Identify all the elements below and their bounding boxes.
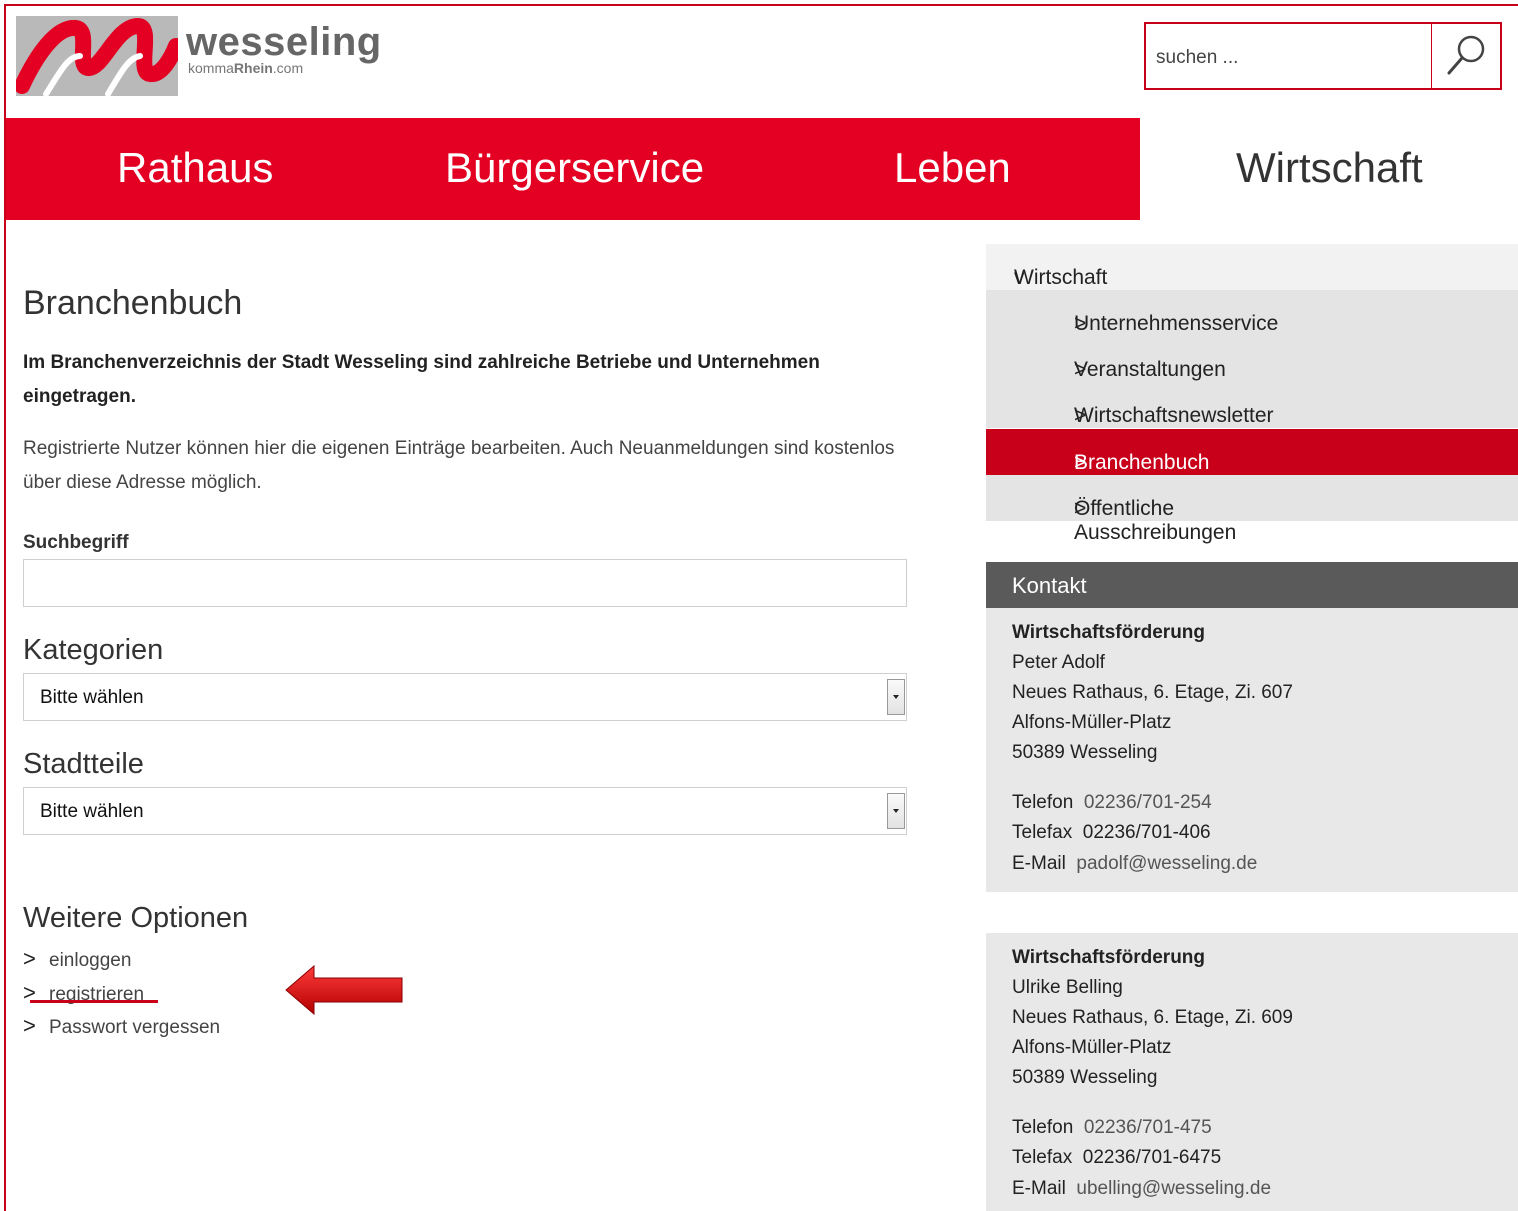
- categories-select[interactable]: Bitte wählen: [23, 673, 907, 721]
- option-forgot-password-label[interactable]: Passwort vergessen: [49, 1017, 220, 1038]
- contact-heading: Kontakt: [986, 562, 1518, 608]
- search-icon: [1447, 35, 1485, 75]
- chevron-down-icon[interactable]: [887, 793, 905, 829]
- nav-item-leben[interactable]: Leben: [894, 144, 1011, 192]
- sidebar-item-unternehmensservice[interactable]: > Unternehmensservice: [986, 290, 1518, 336]
- sidebar-item-label: Öffentliche Ausschreibungen: [1074, 497, 1237, 544]
- contact-city: 50389 Wesseling: [1012, 1067, 1158, 1088]
- contact-address: Neues Rathaus, 6. Etage, Zi. 607: [1012, 682, 1293, 703]
- contact-card: Wirtschaftsförderung Ulrike Belling Neue…: [986, 933, 1518, 1211]
- phone-label: Telefon: [1012, 1117, 1074, 1138]
- annotation-underline: [30, 1000, 158, 1003]
- sidebar-item-veranstaltungen[interactable]: > Veranstaltungen: [986, 336, 1518, 382]
- option-login[interactable]: > einloggen: [23, 946, 131, 972]
- option-login-label[interactable]: einloggen: [49, 950, 131, 971]
- categories-select-value: Bitte wählen: [40, 687, 144, 708]
- nav-item-wirtschaft[interactable]: Wirtschaft: [1140, 118, 1518, 220]
- contact-street: Alfons-Müller-Platz: [1012, 712, 1172, 733]
- sidebar-item-ausschreibungen[interactable]: > Öffentliche Ausschreibungen: [986, 475, 1518, 544]
- email-label: E-Mail: [1012, 1178, 1066, 1199]
- contact-address: Neues Rathaus, 6. Etage, Zi. 609: [1012, 1007, 1293, 1028]
- contact-dept: Wirtschaftsförderung: [1012, 947, 1206, 968]
- sidebar-section-label: Wirtschaft: [1014, 266, 1108, 289]
- sidebar-item-label: Unternehmensservice: [1074, 312, 1279, 335]
- contact-dept: Wirtschaftsförderung: [1012, 622, 1206, 643]
- contact-phone-row: Telefon 02236/701-254: [1012, 792, 1212, 814]
- info-paragraph: Registrierte Nutzer können hier die eige…: [23, 438, 895, 493]
- contact-heading-label: Kontakt: [1012, 573, 1087, 598]
- logo-wordmark: wesseling: [186, 20, 382, 64]
- districts-select[interactable]: Bitte wählen: [23, 787, 907, 835]
- email-label: E-Mail: [1012, 853, 1066, 874]
- fax-label: Telefax: [1012, 1147, 1073, 1168]
- email-link[interactable]: padolf@wesseling.de: [1076, 853, 1257, 874]
- chevron-right-icon: >: [23, 946, 36, 971]
- search-term-label: Suchbegriff: [23, 532, 129, 553]
- contact-phone-row: Telefon 02236/701-475: [1012, 1117, 1212, 1139]
- search-input[interactable]: [1154, 42, 1428, 74]
- intro-text: Im Branchenverzeichnis der Stadt Wesseli…: [23, 352, 820, 407]
- sidebar-section-wirtschaft[interactable]: v Wirtschaft: [986, 244, 1518, 290]
- page-title: Branchenbuch: [23, 284, 243, 322]
- categories-heading: Kategorien: [23, 634, 164, 666]
- nav-item-rathaus[interactable]: Rathaus: [117, 144, 273, 192]
- fax-value: 02236/701-406: [1082, 822, 1211, 843]
- fax-label: Telefax: [1012, 822, 1073, 843]
- districts-heading: Stadtteile: [23, 748, 144, 780]
- districts-select-value: Bitte wählen: [40, 801, 144, 822]
- nav-item-buergerservice[interactable]: Bürgerservice: [445, 144, 704, 192]
- option-forgot-password[interactable]: > Passwort vergessen: [23, 1013, 220, 1039]
- sidebar-item-label: Wirtschaftsnewsletter: [1074, 404, 1274, 427]
- nav-item-wirtschaft-label: Wirtschaft: [1236, 144, 1423, 191]
- search-term-input[interactable]: [23, 559, 907, 607]
- main-nav: Rathaus Bürgerservice Leben: [6, 118, 1140, 220]
- sidebar-item-label: Veranstaltungen: [1074, 358, 1226, 381]
- contact-email-row: E-Mail padolf@wesseling.de: [1012, 853, 1257, 875]
- contact-fax-row: Telefax 02236/701-406: [1012, 822, 1211, 844]
- logo-subline: kommaRhein.com: [188, 60, 304, 76]
- sidebar-item-branchenbuch[interactable]: > Branchenbuch: [986, 429, 1518, 475]
- phone-link[interactable]: 02236/701-475: [1084, 1117, 1212, 1138]
- chevron-down-icon[interactable]: [887, 679, 905, 715]
- email-link[interactable]: ubelling@wesseling.de: [1076, 1178, 1271, 1199]
- contact-street: Alfons-Müller-Platz: [1012, 1037, 1172, 1058]
- phone-label: Telefon: [1012, 792, 1074, 813]
- search-button[interactable]: [1431, 24, 1500, 88]
- contact-card: Wirtschaftsförderung Peter Adolf Neues R…: [986, 608, 1518, 892]
- contact-city: 50389 Wesseling: [1012, 742, 1158, 763]
- sidebar-item-label: Branchenbuch: [1074, 451, 1210, 474]
- phone-link[interactable]: 02236/701-254: [1084, 792, 1212, 813]
- contact-fax-row: Telefax 02236/701-6475: [1012, 1147, 1221, 1169]
- fax-value: 02236/701-6475: [1082, 1147, 1222, 1168]
- contact-name: Peter Adolf: [1012, 652, 1105, 673]
- site-logo[interactable]: wesseling kommaRhein.com: [14, 16, 381, 98]
- contact-email-row: E-Mail ubelling@wesseling.de: [1012, 1178, 1271, 1200]
- contact-name: Ulrike Belling: [1012, 977, 1123, 998]
- chevron-right-icon: >: [23, 1013, 36, 1038]
- sidebar-item-wirtschaftsnewsletter[interactable]: > Wirtschaftsnewsletter: [986, 382, 1518, 428]
- red-arrow-left-icon: [285, 964, 403, 1016]
- options-heading: Weitere Optionen: [23, 902, 249, 934]
- site-search: [1144, 22, 1502, 90]
- logo-mark-icon: [14, 16, 184, 97]
